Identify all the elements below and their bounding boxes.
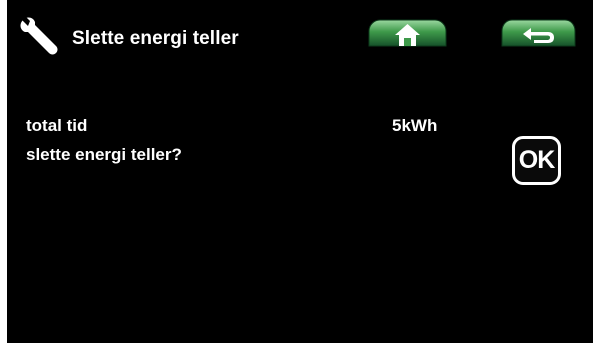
wrench-icon xyxy=(20,17,58,55)
home-button[interactable] xyxy=(368,19,447,47)
energy-value: 5kWh xyxy=(392,116,438,135)
display-screen: Slette energi teller total tid 5kWh slet… xyxy=(7,0,593,343)
reset-energy-prompt: slette energi teller? xyxy=(26,145,182,164)
ok-button[interactable]: OK xyxy=(512,136,561,185)
back-button[interactable] xyxy=(501,19,576,47)
ok-button-label: OK xyxy=(518,146,555,174)
total-time-label: total tid xyxy=(26,116,88,135)
page-title: Slette energi teller xyxy=(72,28,239,49)
